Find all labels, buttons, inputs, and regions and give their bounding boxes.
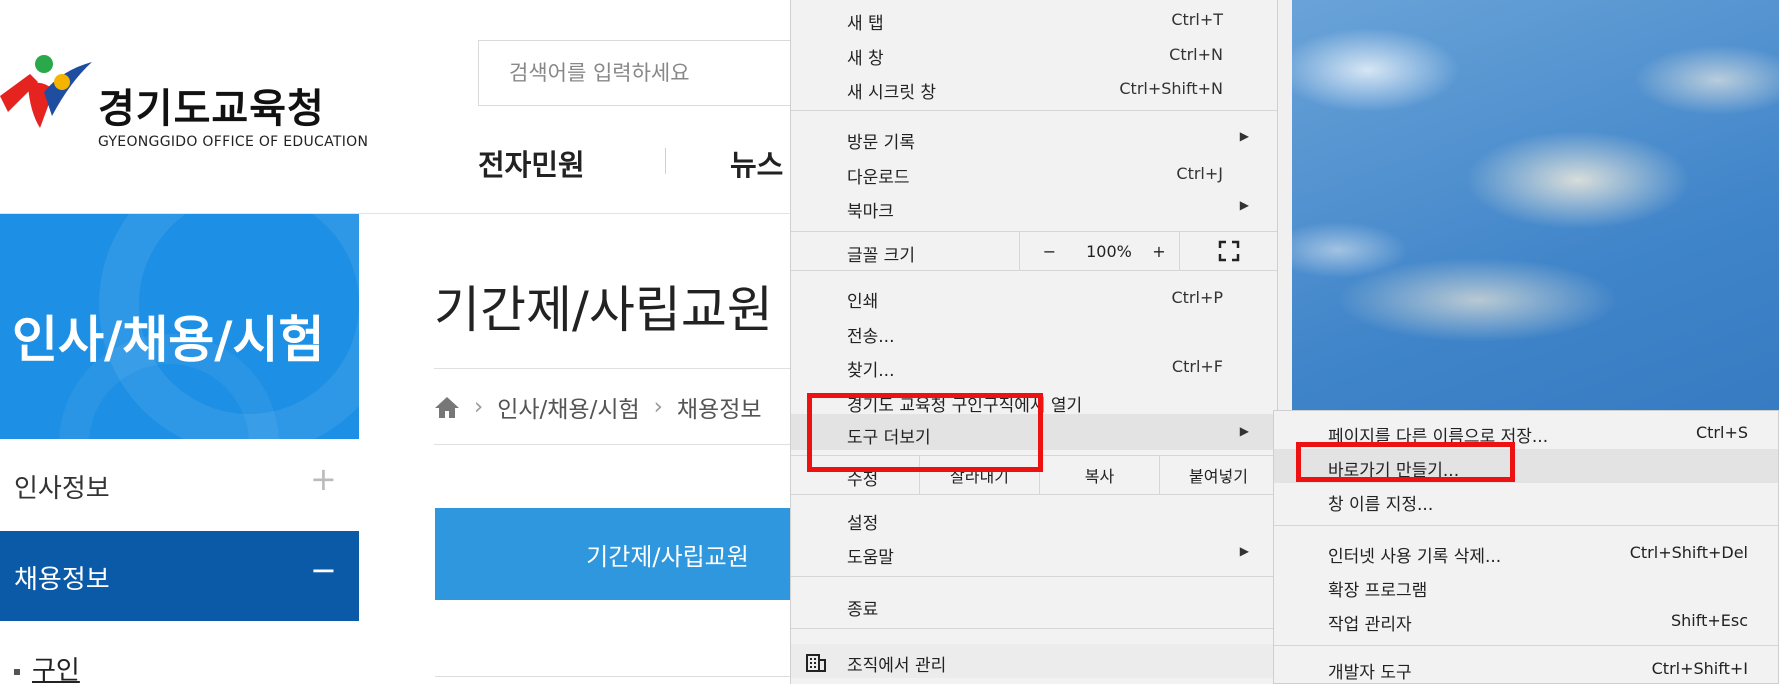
menu-item-label: 창 이름 지정... xyxy=(1328,495,1434,515)
shortcut-label: Ctrl+J xyxy=(1176,164,1223,183)
menu-item-label: 북마크 xyxy=(847,202,894,222)
menu-item-bookmarks[interactable]: 북마크 ▶ xyxy=(791,190,1277,224)
menu-item-history[interactable]: 방문 기록 ▶ xyxy=(791,121,1277,155)
chevron-right-icon: › xyxy=(653,394,663,420)
highlight-box-more-tools xyxy=(807,393,1043,472)
menu-item-label: 인터넷 사용 기록 삭제... xyxy=(1328,547,1502,567)
menu-item-label: 전송... xyxy=(847,327,895,347)
fullscreen-button[interactable] xyxy=(1179,232,1277,270)
submenu-arrow-icon: ▶ xyxy=(1239,424,1249,438)
zoom-out-button[interactable]: − xyxy=(1019,232,1079,270)
paste-button[interactable]: 붙여넣기 xyxy=(1159,456,1277,494)
shortcut-label: Ctrl+Shift+N xyxy=(1119,79,1223,98)
home-icon[interactable] xyxy=(434,395,460,419)
breadcrumb-divider xyxy=(434,444,790,445)
menu-item-label: 인쇄 xyxy=(847,292,879,312)
menu-item-cast[interactable]: 전송... xyxy=(791,315,1277,349)
menu-item-settings[interactable]: 설정 xyxy=(791,502,1277,536)
zoom-label: 글꼴 크기 xyxy=(847,246,915,266)
menu-item-label: 방문 기록 xyxy=(847,133,915,153)
menu-separator xyxy=(791,494,1277,495)
gnb-item-civil[interactable]: 전자민원 xyxy=(478,142,585,184)
zoom-level: 100% xyxy=(1086,241,1132,261)
menu-item-exit[interactable]: 종료 xyxy=(791,588,1277,622)
chevron-right-icon: › xyxy=(474,394,484,420)
menu-item-label: 다운로드 xyxy=(847,168,910,188)
shortcut-label: Ctrl+P xyxy=(1171,288,1223,307)
expand-icon: + xyxy=(310,460,337,498)
submenu-arrow-icon: ▶ xyxy=(1239,129,1249,143)
logo-subtext: GYEONGGIDO OFFICE OF EDUCATION xyxy=(98,134,369,150)
breadcrumb: › 인사/채용/시험 › 채용정보 xyxy=(434,390,762,424)
submenu-item-clear-browsing-data[interactable]: 인터넷 사용 기록 삭제... Ctrl+Shift+Del xyxy=(1274,535,1778,569)
shortcut-label: Ctrl+F xyxy=(1171,357,1223,376)
logo-text: 경기도교육청 xyxy=(98,86,325,132)
fullscreen-icon xyxy=(1218,240,1239,262)
browser-main-menu: 새 탭 Ctrl+T 새 창 Ctrl+N 새 시크릿 창 Ctrl+Shift… xyxy=(790,0,1278,684)
menu-item-label: 새 탭 xyxy=(847,14,884,34)
bullet-icon xyxy=(14,668,20,675)
page-title: 기간제/사립교원 xyxy=(434,281,773,339)
menu-zoom-row: 글꼴 크기 − 100% + xyxy=(791,232,1277,270)
breadcrumb-divider xyxy=(434,368,790,369)
menu-item-label: 새 시크릿 창 xyxy=(847,83,937,103)
menu-item-label: 새 창 xyxy=(847,49,884,69)
sidebar-title: 인사/채용/시험 xyxy=(12,311,325,369)
shortcut-label: Ctrl+T xyxy=(1171,10,1223,29)
menu-item-label: 찾기... xyxy=(847,361,895,381)
menu-separator xyxy=(1274,525,1778,526)
search-box xyxy=(478,40,798,106)
sidebar-item-label: 채용정보 xyxy=(14,565,110,595)
shortcut-label: Ctrl+S xyxy=(1695,423,1748,442)
shortcut-label: Shift+Esc xyxy=(1670,611,1748,630)
menu-item-help[interactable]: 도움말 ▶ xyxy=(791,536,1277,570)
shortcut-label: Ctrl+Shift+Del xyxy=(1629,543,1748,562)
menu-item-label: 확장 프로그램 xyxy=(1328,581,1428,601)
menu-item-new-tab[interactable]: 새 탭 Ctrl+T xyxy=(791,2,1277,36)
shortcut-label: Ctrl+Shift+I xyxy=(1651,659,1748,678)
menu-item-managed-by-org[interactable]: 조직에서 관리 xyxy=(791,644,1277,678)
sidebar-subitem-label: 구인 xyxy=(32,656,80,686)
menu-item-find[interactable]: 찾기... Ctrl+F xyxy=(791,349,1277,383)
sidebar-item-label: 인사정보 xyxy=(14,474,110,504)
menu-separator xyxy=(791,576,1277,577)
menu-item-label: 작업 관리자 xyxy=(1328,615,1412,635)
menu-item-print[interactable]: 인쇄 Ctrl+P xyxy=(791,280,1277,314)
menu-separator xyxy=(791,110,1277,111)
sidebar-item-recruit-info[interactable]: 채용정보 − xyxy=(0,531,359,621)
menu-item-label: 종료 xyxy=(847,600,879,620)
gnb-item-news[interactable]: 뉴스 xyxy=(730,142,783,184)
menu-item-downloads[interactable]: 다운로드 Ctrl+J xyxy=(791,156,1277,190)
building-icon xyxy=(806,654,826,672)
menu-item-new-window[interactable]: 새 창 Ctrl+N xyxy=(791,37,1277,71)
copy-button[interactable]: 복사 xyxy=(1039,456,1159,494)
content-divider xyxy=(435,676,790,677)
submenu-arrow-icon: ▶ xyxy=(1239,544,1249,558)
breadcrumb-item[interactable]: 인사/채용/시험 xyxy=(497,390,639,424)
highlight-box-create-shortcut xyxy=(1296,442,1515,482)
collapse-icon: − xyxy=(310,551,337,589)
submenu-arrow-icon: ▶ xyxy=(1239,198,1249,212)
logo-icon[interactable] xyxy=(0,52,92,132)
menu-separator xyxy=(1274,645,1778,646)
breadcrumb-item[interactable]: 채용정보 xyxy=(677,390,762,424)
menu-item-label: 조직에서 관리 xyxy=(847,656,947,676)
search-input[interactable] xyxy=(479,41,797,105)
tab-contract-teacher[interactable]: 기간제/사립교원 xyxy=(435,508,790,600)
menu-separator xyxy=(791,270,1277,271)
menu-item-new-incognito[interactable]: 새 시크릿 창 Ctrl+Shift+N xyxy=(791,71,1277,105)
menu-item-label: 개발자 도구 xyxy=(1328,663,1412,683)
submenu-item-developer-tools[interactable]: 개발자 도구 Ctrl+Shift+I xyxy=(1274,651,1778,685)
submenu-item-extensions[interactable]: 확장 프로그램 xyxy=(1274,569,1778,603)
zoom-in-button[interactable]: + xyxy=(1139,232,1179,270)
sidebar-item-hr-info[interactable]: 인사정보 + xyxy=(0,440,359,530)
submenu-item-task-manager[interactable]: 작업 관리자 Shift+Esc xyxy=(1274,603,1778,637)
menu-item-label: 도움말 xyxy=(847,548,894,568)
menu-item-label: 설정 xyxy=(847,514,879,534)
gnb-divider xyxy=(665,148,666,174)
shortcut-label: Ctrl+N xyxy=(1169,45,1223,64)
submenu-item-name-window[interactable]: 창 이름 지정... xyxy=(1274,483,1778,517)
sidebar-subitem-job-offer[interactable]: 구인 xyxy=(14,650,80,687)
menu-separator xyxy=(791,628,1277,629)
